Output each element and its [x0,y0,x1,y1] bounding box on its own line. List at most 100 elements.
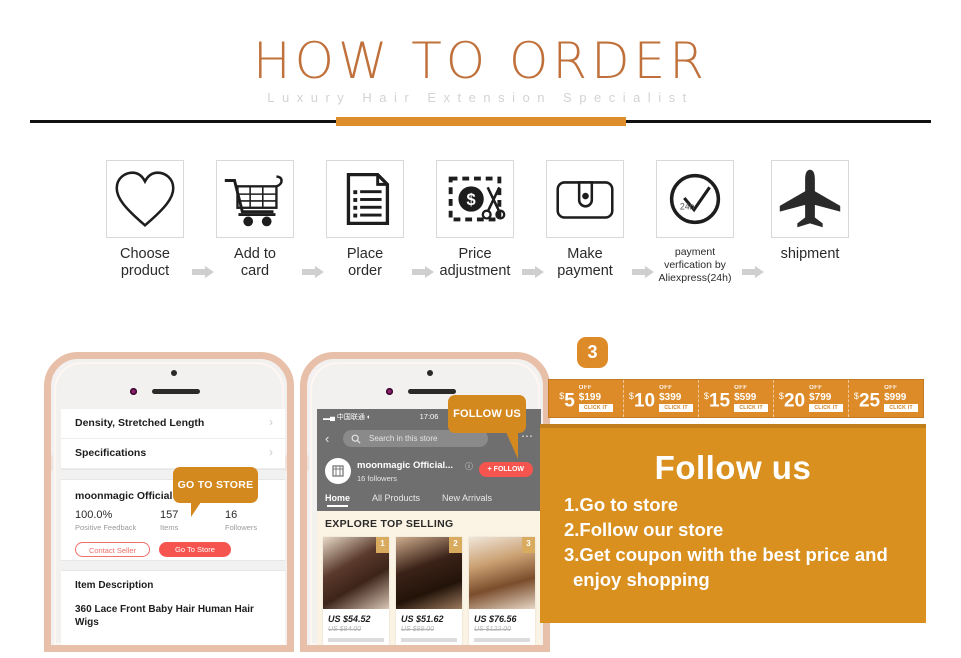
tab-new-arrivals[interactable]: New Arrivals [442,493,492,503]
document-list-icon [346,172,390,226]
stat-value: 157 [160,509,179,521]
follow-us-callout: FOLLOW US [448,395,526,459]
step-label: payment verfication by Aliexpress(24h) [649,246,741,285]
store-followers: 16 followers [357,474,398,483]
stat-value: 16 [225,509,238,521]
volume-button[interactable] [51,455,53,471]
top-selling-section: EXPLORE TOP SELLING 1 US $54.52 US $84.0… [317,511,541,645]
coupon-cta[interactable]: CLICK IT [734,404,769,412]
coupon-cta[interactable]: CLICK IT [809,404,844,412]
phone-mockup-store-page: ▂▄ 中国联通 ◐ 17:06 ‹ Search in this store ↗… [300,352,550,652]
coupon-cta[interactable]: CLICK IT [659,404,694,412]
header: HOW TO ORDER Luxury Hair Extension Speci… [0,0,961,135]
contact-seller-button[interactable]: Contact Seller [75,542,150,557]
product-progress-bar [401,638,457,642]
tab-home[interactable]: Home [325,493,350,507]
stat-key: Positive Feedback [75,523,137,532]
coupon-amount: $20 [778,390,806,412]
coupon-amount: $25 [853,390,881,412]
clock-24h-label: 24h [680,202,695,212]
product-attribute-row[interactable]: Density, Stretched Length › [61,409,285,439]
svg-text:$: $ [467,190,476,209]
step-label: Add to card [209,246,301,280]
stat-positive-feedback: 100.0% Positive Feedback [75,509,136,532]
step-icon-box [771,160,849,238]
coupon-cta[interactable]: CLICK IT [578,404,613,412]
follow-step: enjoy shopping [564,567,914,592]
step-icon-box [106,160,184,238]
coupon-off-label: OFF [659,385,673,391]
coupon-bar: $5 OFF $199 CLICK IT $10 OFF $399 CLICK … [548,379,924,418]
coupon-off-label: OFF [884,385,898,391]
callout-text: GO TO STORE [177,479,254,491]
item-description-section: Item Description 360 Lace Front Baby Hai… [61,571,285,629]
rank-badge: 2 [449,537,462,553]
coupon-minimum: $199 [578,392,602,403]
coupon-details: OFF $599 CLICK IT [734,385,769,412]
step-label-line2: order [348,263,382,279]
item-description-heading: Item Description [75,580,154,591]
section-separator [61,560,285,571]
step-label-line1: Choose [120,246,170,262]
product-card[interactable]: 3 US $76.56 US $122.00 [469,537,535,645]
coupon-item[interactable]: $10 OFF $399 CLICK IT [624,380,699,417]
front-camera-icon [386,388,393,395]
step-shipment: shipment [764,160,856,263]
how-to-order-infographic: HOW TO ORDER Luxury Hair Extension Speci… [0,0,961,658]
row-label: Density, Stretched Length [75,417,205,429]
header-divider-accent [336,117,626,126]
product-card[interactable]: 2 US $51.62 US $89.00 [396,537,462,645]
volume-button[interactable] [307,455,309,471]
store-avatar [325,458,351,484]
back-arrow-icon[interactable]: ‹ [325,431,329,446]
product-attribute-row[interactable]: Specifications › [61,439,285,469]
step-label-line1: Make [567,246,603,262]
stat-key: Followers [225,523,258,532]
follow-step-continuation: enjoy shopping [573,569,710,590]
page-subtitle: Luxury Hair Extension Specialist [267,90,694,105]
page-title: HOW TO ORDER [252,32,708,90]
power-button[interactable] [285,455,287,471]
coupon-minimum: $399 [659,392,682,403]
follow-button[interactable]: + FOLLOW [478,462,533,477]
step-label-line2: card [240,263,270,279]
step-label-line1: payment [674,246,716,258]
follow-us-title: Follow us [654,449,812,486]
rank-badge: 1 [376,537,389,553]
product-original-price: US $122.00 [474,626,511,633]
step-label: Price adjustment [429,246,521,280]
follow-us-steps: 1.Go to store 2.Follow our store 3.Get c… [564,492,914,592]
step-label: Choose product [99,246,191,280]
coupon-item[interactable]: $15 OFF $599 CLICK IT [699,380,774,417]
step-icon-box: $ [436,160,514,238]
store-header: moonmagic Official... ⓘ 16 followers + F… [317,454,541,491]
search-placeholder: Search in this store [369,434,438,443]
go-to-store-button[interactable]: Go To Store [159,542,231,557]
step-number-badge: 3 [577,337,608,368]
wallet-icon [556,181,614,219]
coupon-cta[interactable]: CLICK IT [884,404,919,412]
coupon-amount: $15 [703,390,731,412]
coupon-item[interactable]: $5 OFF $199 CLICK IT [549,380,624,417]
coupon-item[interactable]: $20 OFF $799 CLICK IT [774,380,849,417]
product-price: US $51.62 [401,614,444,624]
product-price: US $76.56 [474,614,517,624]
step-label-line1: shipment [780,246,840,262]
follow-step: 2.Follow our store [564,519,724,540]
stat-followers: 16 Followers [225,509,257,532]
info-icon[interactable]: ⓘ [465,461,473,472]
product-card[interactable]: 1 US $54.52 US $84.00 [323,537,389,645]
step-price-adjustment: $ Price adjustment [429,160,521,280]
tab-all-products[interactable]: All Products [372,493,420,503]
coupon-amount: $5 [559,390,575,412]
step-icon-box [216,160,294,238]
coupon-item[interactable]: $25 OFF $999 CLICK IT [849,380,923,417]
step-label-line2: verfication by [664,259,726,271]
step-add-to-cart: Add to card [209,160,301,280]
product-price: US $54.52 [328,614,371,624]
coupon-minimum: $999 [884,392,907,403]
follow-step: 3.Get coupon with the best price and [564,544,888,565]
follow-step: 1.Go to store [564,494,679,515]
clock-check-24h-icon: 24h [669,173,721,225]
phone-frame: Density, Stretched Length › Specificatio… [44,352,294,652]
